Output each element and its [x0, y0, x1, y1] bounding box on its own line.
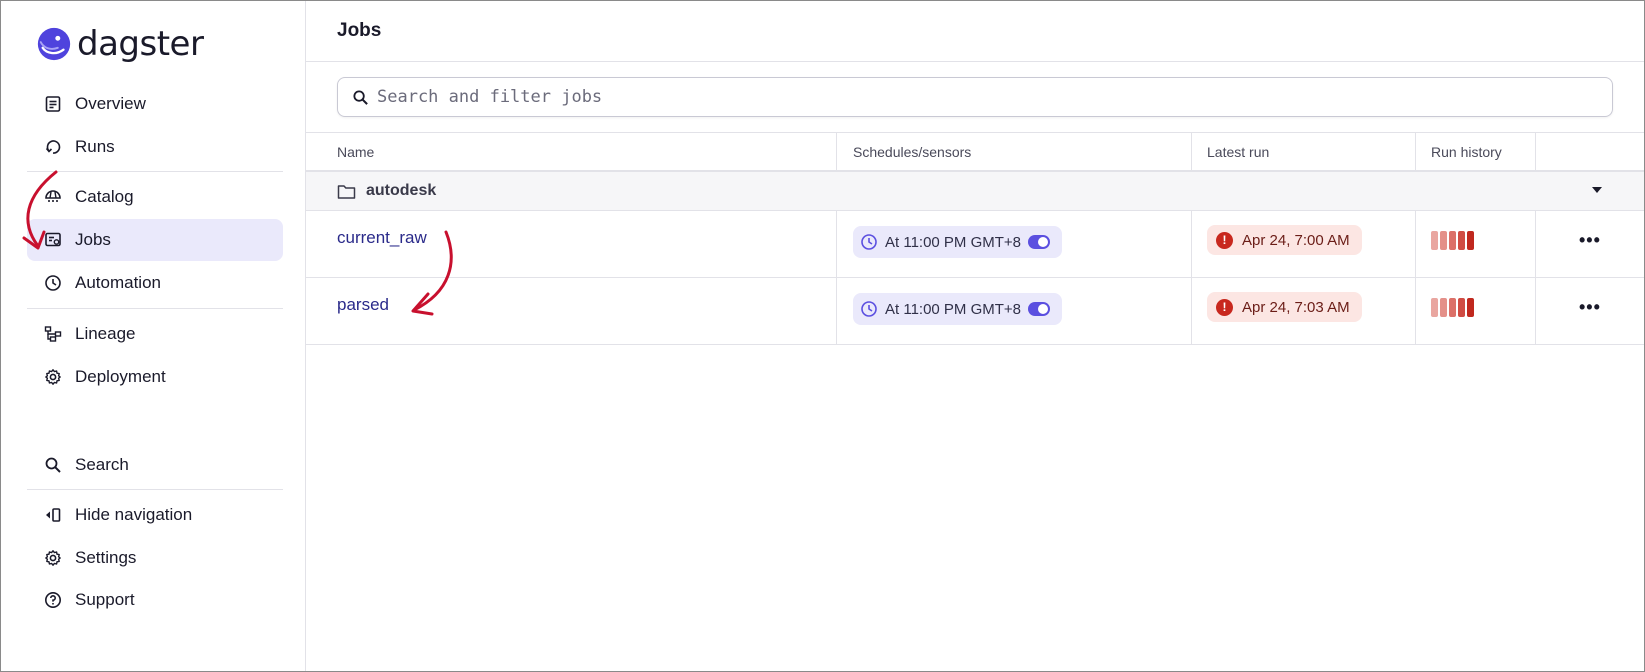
- run-history-bar[interactable]: [1467, 231, 1474, 250]
- sidebar-item-lineage[interactable]: Lineage: [27, 313, 283, 355]
- sidebar-item-settings[interactable]: Settings: [27, 537, 283, 579]
- sidebar-item-hide-navigation[interactable]: Hide navigation: [27, 494, 283, 536]
- latest-run-time: Apr 24, 7:03 AM: [1242, 298, 1350, 316]
- search-icon: [353, 89, 368, 105]
- table-row: parsed At 11:00 PM GMT+8 ! Apr 24, 7:03 …: [306, 278, 1644, 345]
- help-icon: [43, 590, 63, 610]
- run-history-bar[interactable]: [1440, 298, 1447, 317]
- sidebar-item-label: Automation: [75, 273, 161, 292]
- schedule-toggle[interactable]: [1028, 302, 1051, 316]
- sidebar-item-label: Search: [75, 455, 129, 474]
- code-location-group[interactable]: autodesk: [306, 172, 1644, 211]
- sidebar-item-label: Catalog: [75, 187, 134, 206]
- gear-icon: [43, 367, 63, 387]
- job-link[interactable]: current_raw: [337, 228, 427, 248]
- schedule-tag[interactable]: At 11:00 PM GMT+8: [853, 293, 1063, 325]
- page-header: Jobs: [306, 1, 1644, 62]
- sidebar-item-label: Settings: [75, 548, 137, 567]
- more-actions-icon[interactable]: •••: [1579, 298, 1601, 316]
- sidebar: dagster Overview Runs Catalog Jobs Autom…: [1, 1, 306, 671]
- sidebar-item-label: Hide navigation: [75, 505, 193, 524]
- sidebar-item-support[interactable]: Support: [27, 579, 283, 621]
- table-header: Name Schedules/sensors Latest run Run hi…: [306, 132, 1644, 172]
- latest-run-time: Apr 24, 7:00 AM: [1242, 231, 1350, 249]
- latest-run-tag[interactable]: ! Apr 24, 7:00 AM: [1207, 225, 1362, 255]
- error-icon: !: [1216, 298, 1233, 316]
- sidebar-item-label: Lineage: [75, 324, 136, 343]
- clock-icon: [43, 273, 63, 293]
- lineage-icon: [43, 324, 63, 344]
- main-content: Jobs Name Schedules/sensors Latest run R…: [306, 1, 1644, 671]
- run-history-bar[interactable]: [1458, 231, 1465, 250]
- column-header-run-history: Run history: [1416, 133, 1536, 170]
- clock-icon: [861, 301, 877, 317]
- run-history-bars: [1431, 298, 1476, 317]
- dagster-logo-icon: [37, 27, 71, 61]
- schedule-label: At 11:00 PM GMT+8: [885, 233, 1022, 251]
- sidebar-divider: [27, 171, 283, 172]
- column-header-schedules: Schedules/sensors: [837, 133, 1192, 170]
- folder-icon: [337, 184, 356, 199]
- schedule-label: At 11:00 PM GMT+8: [885, 300, 1022, 318]
- group-name: autodesk: [366, 182, 437, 199]
- catalog-icon: [43, 187, 63, 207]
- more-actions-icon[interactable]: •••: [1579, 231, 1601, 249]
- sidebar-item-runs[interactable]: Runs: [27, 126, 283, 168]
- run-history-bar[interactable]: [1467, 298, 1474, 317]
- chevron-down-icon[interactable]: [1592, 187, 1602, 193]
- sidebar-divider: [27, 489, 283, 490]
- latest-run-tag[interactable]: ! Apr 24, 7:03 AM: [1207, 292, 1362, 322]
- run-history-bar[interactable]: [1431, 231, 1438, 250]
- schedule-tag[interactable]: At 11:00 PM GMT+8: [853, 226, 1063, 258]
- jobs-icon: [43, 230, 63, 250]
- hide-navigation-icon: [43, 505, 63, 525]
- run-history-bar[interactable]: [1449, 298, 1456, 317]
- column-header-name: Name: [306, 133, 837, 170]
- run-history-bars: [1431, 231, 1476, 250]
- run-history-bar[interactable]: [1449, 231, 1456, 250]
- column-header-actions: [1536, 133, 1644, 170]
- overview-icon: [43, 94, 63, 114]
- jobs-table: Name Schedules/sensors Latest run Run hi…: [306, 132, 1644, 345]
- runs-icon: [43, 137, 63, 157]
- gear-icon: [43, 548, 63, 568]
- dagster-logo[interactable]: dagster: [35, 23, 204, 65]
- app-name: dagster: [77, 24, 204, 64]
- sidebar-item-label: Overview: [75, 94, 146, 113]
- sidebar-item-search[interactable]: Search: [27, 444, 283, 486]
- sidebar-item-automation[interactable]: Automation: [27, 262, 283, 304]
- sidebar-divider: [27, 308, 283, 309]
- run-history-bar[interactable]: [1440, 231, 1447, 250]
- sidebar-item-jobs[interactable]: Jobs: [27, 219, 283, 261]
- sidebar-item-label: Support: [75, 590, 135, 609]
- sidebar-item-overview[interactable]: Overview: [27, 83, 283, 125]
- run-history-bar[interactable]: [1458, 298, 1465, 317]
- sidebar-item-catalog[interactable]: Catalog: [27, 176, 283, 218]
- run-history-bar[interactable]: [1431, 298, 1438, 317]
- sidebar-item-deployment[interactable]: Deployment: [27, 356, 283, 398]
- search-input[interactable]: [377, 87, 1577, 107]
- sidebar-item-label: Jobs: [75, 230, 111, 249]
- search-icon: [43, 455, 63, 475]
- schedule-toggle[interactable]: [1028, 235, 1051, 249]
- search-box[interactable]: [337, 77, 1613, 117]
- page-title: Jobs: [337, 20, 382, 41]
- sidebar-item-label: Runs: [75, 137, 115, 156]
- job-link[interactable]: parsed: [337, 295, 389, 315]
- clock-icon: [861, 234, 877, 250]
- sidebar-item-label: Deployment: [75, 367, 166, 386]
- column-header-latest-run: Latest run: [1192, 133, 1416, 170]
- table-row: current_raw At 11:00 PM GMT+8 ! Apr 24, …: [306, 211, 1644, 278]
- error-icon: !: [1216, 231, 1233, 249]
